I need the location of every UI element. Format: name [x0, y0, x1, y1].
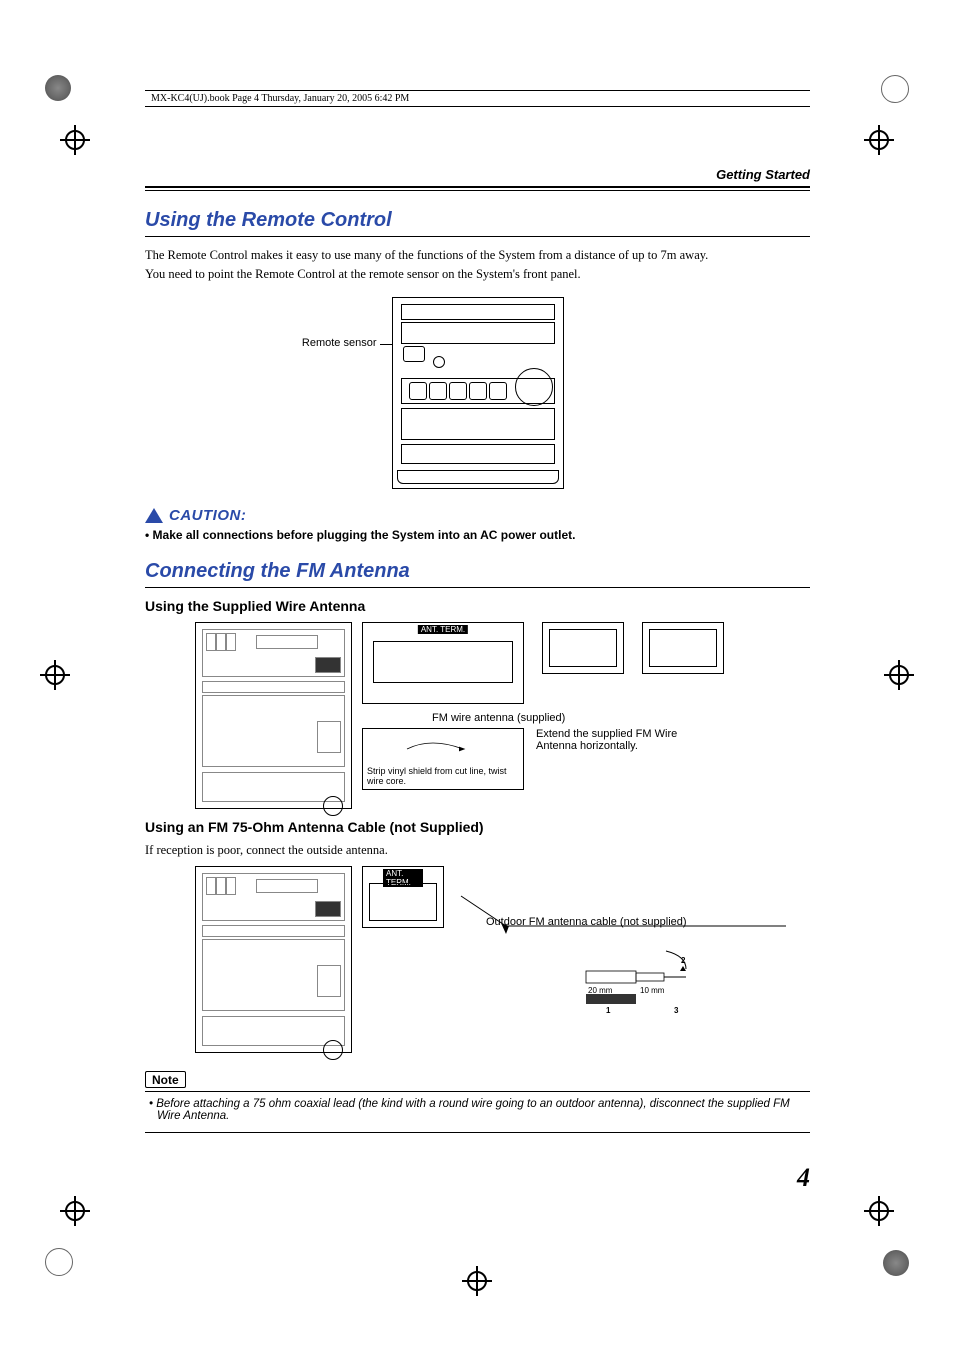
callout-extend: Extend the supplied FM Wire Antenna hori…	[536, 728, 696, 752]
rule-thin	[145, 1132, 810, 1133]
note-badge: Note	[145, 1071, 186, 1088]
note-text: • Before attaching a 75 ohm coaxial lead…	[145, 1098, 810, 1122]
terminal-step-icon	[542, 622, 624, 674]
step-number: 3	[674, 1006, 678, 1015]
crop-dot-icon	[883, 1250, 909, 1276]
section-heading-remote: Using the Remote Control	[145, 209, 810, 232]
caution-bullet: • Make all connections before plugging t…	[145, 528, 810, 542]
crop-dot-icon	[45, 1248, 73, 1276]
callout-fm-wire: FM wire antenna (supplied)	[432, 712, 794, 724]
dim-label: 10 mm	[640, 986, 664, 995]
subheading-75ohm: Using an FM 75-Ohm Antenna Cable (not Su…	[145, 819, 810, 835]
registration-mark-icon	[60, 1196, 90, 1226]
subheading-wire-antenna: Using the Supplied Wire Antenna	[145, 598, 810, 614]
terminal-closeup-icon: ANT. TERM.	[362, 622, 524, 704]
book-metadata-line: MX-KC4(UJ).book Page 4 Thursday, January…	[145, 90, 810, 107]
running-header: Getting Started	[145, 167, 810, 182]
body-text: The Remote Control makes it easy to use …	[145, 247, 810, 264]
body-text: You need to point the Remote Control at …	[145, 266, 810, 283]
page-number: 4	[145, 1163, 810, 1193]
registration-mark-icon	[864, 125, 894, 155]
registration-mark-icon	[40, 660, 70, 690]
registration-mark-icon	[864, 1196, 894, 1226]
body-text: If reception is poor, connect the outsid…	[145, 843, 810, 858]
registration-mark-icon	[462, 1266, 492, 1296]
step-number: 1	[606, 1006, 610, 1015]
crop-dot-icon	[45, 75, 71, 101]
registration-mark-icon	[60, 125, 90, 155]
figure-wire-antenna: ANT. TERM. FM wire antenna (supplied)	[195, 622, 810, 809]
caution-label: CAUTION:	[169, 507, 246, 524]
crop-dot-icon	[881, 75, 909, 103]
section-underline	[145, 236, 810, 237]
rule-thin	[145, 190, 810, 191]
stereo-rear-panel-icon	[195, 866, 352, 1053]
registration-mark-icon	[884, 660, 914, 690]
figure-stereo-front: Remote sensor	[145, 293, 810, 493]
note-separator	[145, 1091, 810, 1092]
callout-remote-sensor: Remote sensor	[277, 337, 377, 349]
stereo-front-panel-icon	[392, 297, 564, 489]
caution-heading: CAUTION:	[145, 507, 810, 524]
figure-75ohm-antenna: ANT. TERM. Outdoor FM antenna cable (not…	[195, 866, 810, 1053]
terminal-closeup-icon: ANT. TERM.	[362, 866, 444, 928]
warning-triangle-icon	[145, 508, 163, 523]
caption-strip: Strip vinyl shield from cut line, twist …	[367, 767, 519, 787]
stereo-rear-panel-icon	[195, 622, 352, 809]
wire-strip-icon: Strip vinyl shield from cut line, twist …	[362, 728, 524, 790]
section-underline	[145, 587, 810, 588]
step-number: 2	[681, 956, 685, 965]
terminal-step-icon	[642, 622, 724, 674]
dim-label: 20 mm	[588, 986, 612, 995]
section-heading-antenna: Connecting the FM Antenna	[145, 560, 810, 583]
rule-thick	[145, 186, 810, 188]
